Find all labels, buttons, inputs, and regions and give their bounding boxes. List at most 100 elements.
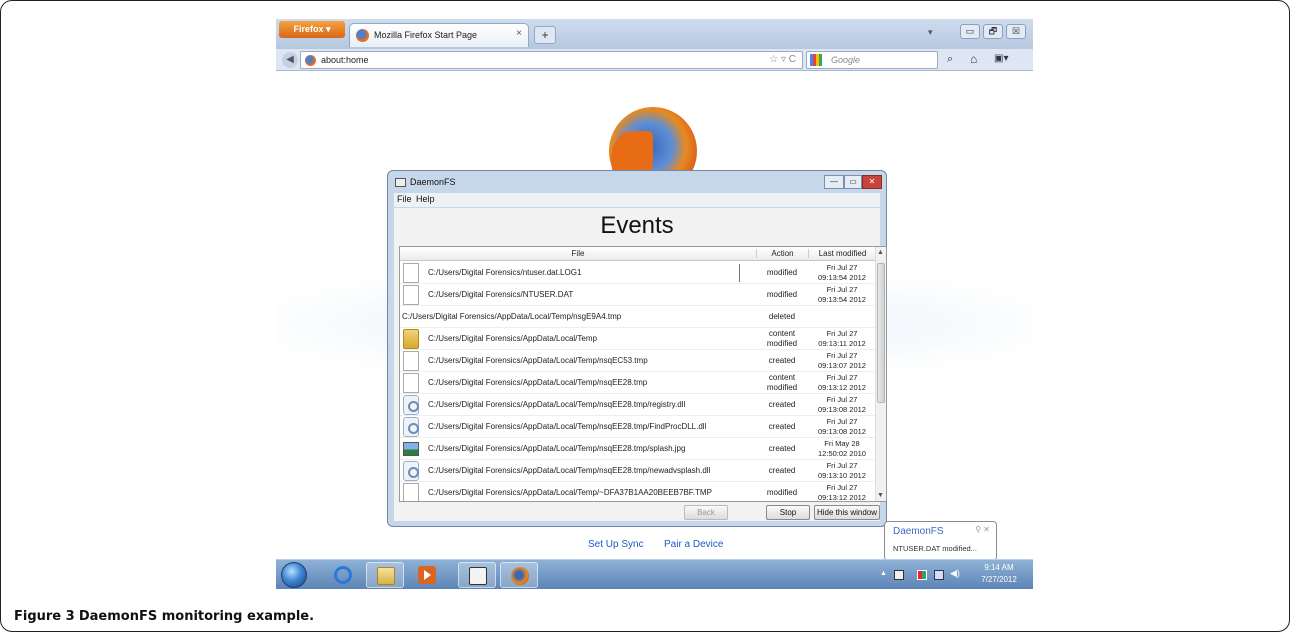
events-table[interactable]: File Action Last modified C:/Users/Digit… [399, 246, 887, 502]
cell-last-modified: Fri Jul 27 09:13:12 2012 [808, 483, 876, 501]
network-icon[interactable] [934, 570, 944, 580]
minimize-button[interactable]: ▭ [960, 24, 980, 39]
table-row[interactable]: C:/Users/Digital Forensics/AppData/Local… [400, 328, 876, 350]
back-button[interactable]: Back [684, 505, 728, 520]
start-button[interactable] [281, 562, 307, 588]
menu-bar: File Help [394, 193, 880, 207]
cell-last-modified: Fri Jul 27 09:13:54 2012 [808, 263, 876, 283]
clock-time[interactable]: 9:14 AM [969, 563, 1029, 572]
cell-file: C:/Users/Digital Forensics/AppData/Local… [428, 334, 597, 343]
time-text: 09:13:54 2012 [818, 295, 866, 304]
google-engine-icon[interactable] [810, 54, 822, 66]
time-text: 09:13:07 2012 [818, 361, 866, 370]
column-header-action[interactable]: Action [756, 249, 808, 258]
table-row[interactable]: C:/Users/Digital Forensics/AppData/Local… [400, 306, 876, 328]
document-icon [403, 263, 419, 283]
tab-close-icon[interactable]: × [516, 28, 522, 39]
notification-close-icon[interactable]: ⚲ ✕ [975, 525, 990, 534]
search-input[interactable]: Google [831, 55, 860, 65]
time-text: 09:13:10 2012 [818, 471, 866, 480]
document-icon [403, 351, 419, 371]
url-text: about:home [321, 55, 369, 65]
date-text: Fri Jul 27 [826, 395, 858, 404]
daemonfs-minimize-button[interactable]: — [824, 175, 844, 189]
url-bar[interactable]: about:home ☆ ▿ C [300, 51, 803, 69]
cell-last-modified: Fri Jul 27 09:13:08 2012 [808, 417, 876, 437]
back-icon[interactable]: ◀ [282, 52, 298, 68]
firefox-titlebar: Firefox ▾ Mozilla Firefox Start Page × +… [276, 19, 1033, 49]
taskbar-media-player[interactable] [408, 562, 446, 588]
list-all-tabs-icon[interactable]: ▾ [928, 27, 933, 38]
bookmarks-menu-icon[interactable]: ▣▾ [994, 53, 1008, 64]
daemonfs-app-icon [395, 178, 406, 187]
stop-button[interactable]: Stop [766, 505, 810, 520]
new-tab-button[interactable]: + [534, 26, 556, 44]
hide-window-button[interactable]: Hide this window [814, 505, 880, 520]
daemonfs-tray-icon[interactable] [894, 570, 904, 580]
dll-icon [403, 395, 419, 415]
set-up-sync-link[interactable]: Set Up Sync [588, 539, 644, 550]
table-row[interactable]: C:/Users/Digital Forensics/AppData/Local… [400, 438, 876, 460]
taskbar-file-explorer[interactable] [366, 562, 404, 588]
figure-frame: Firefox ▾ Mozilla Firefox Start Page × +… [0, 0, 1290, 632]
image-icon [403, 442, 419, 456]
table-row[interactable]: C:/Users/Digital Forensics/AppData/Local… [400, 460, 876, 482]
site-identity-icon[interactable] [305, 55, 316, 66]
table-row[interactable]: C:/Users/Digital Forensics/AppData/Local… [400, 372, 876, 394]
scroll-up-icon[interactable]: ▲ [877, 249, 884, 256]
volume-icon[interactable]: ◀) [950, 568, 960, 579]
table-row[interactable]: C:/Users/Digital Forensics/AppData/Local… [400, 350, 876, 372]
cell-last-modified: Fri Jul 27 09:13:07 2012 [808, 351, 876, 371]
clock-date[interactable]: 7/27/2012 [969, 575, 1029, 584]
table-row[interactable]: C:/Users/Digital Forensics/NTUSER.DAT mo… [400, 284, 876, 306]
notification-balloon[interactable]: DaemonFS ⚲ ✕ NTUSER.DAT modified... [884, 521, 997, 561]
table-header: File Action Last modified [400, 247, 876, 261]
menu-help[interactable]: Help [416, 194, 435, 204]
table-row[interactable]: C:/Users/Digital Forensics/AppData/Local… [400, 394, 876, 416]
restore-button[interactable]: 🗗 [983, 24, 1003, 39]
taskbar-firefox[interactable] [500, 562, 538, 588]
bookmark-star-icon[interactable]: ☆ ▿ C [769, 54, 796, 65]
date-text: Fri Jul 27 [826, 373, 858, 382]
cell-last-modified: Fri Jul 27 09:13:08 2012 [808, 395, 876, 415]
search-bar[interactable]: Google [806, 51, 938, 69]
daemonfs-close-button[interactable]: ✕ [862, 175, 882, 189]
cell-action: modified [766, 290, 798, 299]
time-text: 09:13:08 2012 [818, 427, 866, 436]
table-row[interactable]: C:/Users/Digital Forensics/AppData/Local… [400, 416, 876, 438]
menu-file[interactable]: File [397, 194, 412, 204]
cell-action: content modified [756, 329, 808, 349]
firefox-menu-button[interactable]: Firefox ▾ [279, 21, 345, 38]
cell-last-modified: Fri Jul 27 09:13:12 2012 [808, 373, 876, 393]
document-icon [403, 373, 419, 393]
table-row[interactable]: C:/Users/Digital Forensics/ntuser.dat.LO… [400, 262, 876, 284]
show-hidden-icons-icon[interactable]: ▲ [880, 570, 887, 577]
date-text: Fri Jul 27 [826, 351, 858, 360]
date-text: Fri Jul 27 [826, 483, 858, 492]
action-center-flag-icon[interactable] [917, 570, 927, 580]
firefox-favicon-icon [356, 29, 369, 42]
column-header-last-modified[interactable]: Last modified [808, 249, 876, 258]
scroll-down-icon[interactable]: ▼ [877, 492, 884, 499]
date-text: Fri Jul 27 [826, 285, 858, 294]
taskbar-daemonfs[interactable] [458, 562, 496, 588]
window-title: DaemonFS [410, 177, 456, 187]
taskbar-internet-explorer[interactable] [324, 562, 362, 588]
pair-a-device-link[interactable]: Pair a Device [664, 539, 723, 550]
time-text: 09:13:11 2012 [818, 339, 866, 348]
daemonfs-maximize-button[interactable]: ▭ [844, 175, 862, 189]
search-icon[interactable]: ⌕ [947, 53, 953, 66]
close-button[interactable]: ☒ [1006, 24, 1026, 39]
date-text: Fri Jul 27 [826, 263, 858, 272]
cell-file: C:/Users/Digital Forensics/AppData/Local… [428, 356, 648, 365]
table-row[interactable]: C:/Users/Digital Forensics/AppData/Local… [400, 482, 876, 501]
vertical-scrollbar[interactable]: ▲ ▼ [875, 247, 886, 501]
column-header-file[interactable]: File [400, 249, 756, 258]
scrollbar-thumb[interactable] [877, 263, 885, 403]
folder-icon [377, 567, 395, 585]
daemonfs-client-area: Events File Action Last modified C:/User… [394, 208, 887, 521]
system-tray: ▲ ◀) 9:14 AM 7/27/2012 [874, 560, 1033, 589]
date-text: Fri May 28 [824, 439, 860, 448]
tab-start-page[interactable]: Mozilla Firefox Start Page × [349, 23, 529, 47]
home-icon[interactable]: ⌂ [970, 52, 977, 66]
